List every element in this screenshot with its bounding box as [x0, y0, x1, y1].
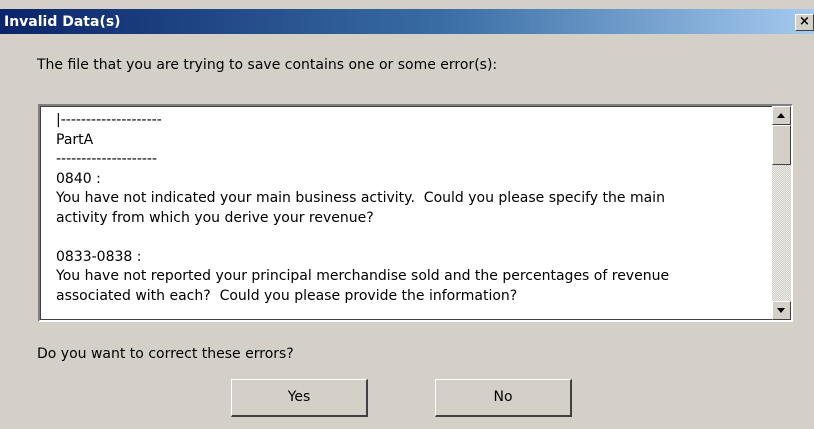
- message-line: associated with each? Could you please p…: [56, 287, 518, 304]
- message-line: 0833-0838 :: [56, 248, 142, 265]
- dialog-title: Invalid Data(s): [4, 14, 121, 30]
- scroll-up-button[interactable]: [772, 106, 791, 125]
- scroll-down-button[interactable]: [772, 301, 791, 320]
- message-line: [56, 228, 756, 248]
- message-line: activity from which you derive your reve…: [56, 209, 374, 226]
- message-line: You have not indicated your main busines…: [56, 190, 665, 206]
- close-icon: ×: [799, 14, 810, 29]
- close-button[interactable]: ×: [795, 14, 814, 31]
- no-button[interactable]: No: [435, 379, 572, 417]
- error-message-list: |-------------------- PartA ------------…: [56, 111, 756, 306]
- scrollbar-thumb[interactable]: [772, 125, 791, 165]
- message-line: PartA: [56, 131, 94, 148]
- error-message-box[interactable]: |-------------------- PartA ------------…: [38, 104, 793, 322]
- message-line: 0840 :: [56, 170, 101, 187]
- title-bar[interactable]: Invalid Data(s) ×: [0, 9, 814, 34]
- arrow-down-icon: [777, 308, 785, 313]
- invalid-data-dialog: Invalid Data(s) × The file that you are …: [0, 0, 814, 429]
- error-intro-text: The file that you are trying to save con…: [37, 57, 498, 73]
- message-line: You have not reported your principal mer…: [56, 268, 670, 284]
- arrow-up-icon: [777, 113, 785, 118]
- vertical-scrollbar[interactable]: [772, 106, 791, 320]
- message-line: --------------------: [56, 151, 158, 167]
- confirmation-question: Do you want to correct these errors?: [37, 346, 294, 362]
- yes-button[interactable]: Yes: [231, 379, 368, 417]
- message-line: |--------------------: [56, 112, 162, 128]
